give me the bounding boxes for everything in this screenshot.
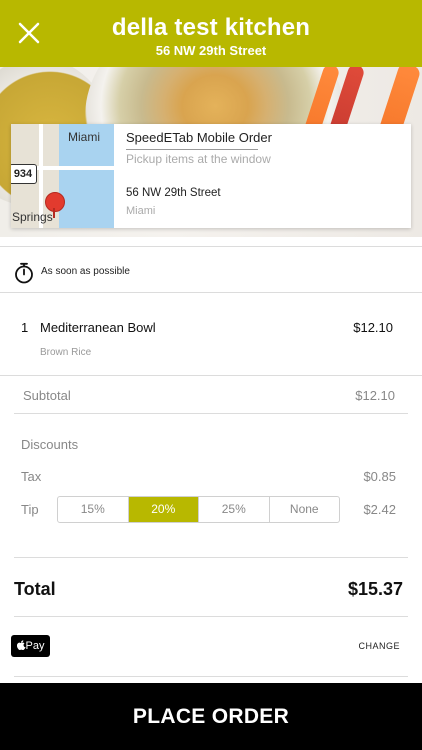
order-type-title: SpeedETab Mobile Order — [126, 130, 272, 145]
restaurant-name: della test kitchen — [111, 14, 311, 41]
change-payment-button[interactable]: CHANGE — [358, 641, 400, 651]
place-order-button[interactable]: PLACE ORDER — [0, 683, 422, 750]
tip-selector: 15% 20% 25% None — [57, 496, 340, 523]
subtotal-label: Subtotal — [23, 388, 71, 403]
item-modifier: Brown Rice — [40, 347, 92, 358]
tax-value: $0.85 — [363, 469, 396, 484]
total-label: Total — [14, 579, 56, 599]
highway-shield-icon: 934 — [11, 164, 37, 184]
divider — [14, 616, 408, 617]
divider — [0, 246, 422, 247]
title-underline — [126, 149, 258, 150]
item-quantity: 1 — [21, 320, 29, 335]
location-city: Miami — [126, 205, 156, 217]
item-name: Mediterranean Bowl — [40, 320, 156, 335]
pickup-time[interactable]: As soon as possible — [41, 266, 130, 277]
divider — [14, 413, 408, 414]
location-card[interactable]: Miami Springs 934 SpeedETab Mobile Order… — [11, 124, 411, 228]
location-address: 56 NW 29th Street — [126, 187, 221, 199]
subtotal-value: $12.10 — [355, 388, 395, 403]
map-area-label: Springs — [12, 210, 53, 224]
tip-option-15[interactable]: 15% — [58, 497, 129, 522]
divider — [14, 557, 408, 558]
discounts-label: Discounts — [21, 437, 79, 452]
header-bar: della test kitchen 56 NW 29th Street — [0, 0, 422, 67]
divider — [0, 375, 422, 376]
tip-option-none[interactable]: None — [270, 497, 340, 522]
item-price: $12.10 — [353, 320, 393, 335]
map-pin-stem — [53, 208, 55, 218]
divider — [14, 676, 408, 677]
restaurant-address: 56 NW 29th Street — [155, 43, 267, 58]
tip-option-20[interactable]: 20% — [128, 497, 199, 522]
divider — [0, 292, 422, 293]
apple-icon — [16, 640, 26, 650]
total-value: $15.37 — [347, 579, 403, 599]
apple-pay-badge[interactable]: Pay — [11, 635, 50, 657]
tax-label: Tax — [21, 469, 42, 484]
close-icon[interactable] — [16, 20, 42, 46]
tip-value: $2.42 — [363, 502, 396, 517]
payment-method: Pay — [25, 640, 45, 652]
stopwatch-icon — [15, 262, 33, 284]
map-thumbnail[interactable]: Miami Springs 934 — [11, 124, 114, 228]
map-city-label: Miami — [68, 130, 100, 144]
map-pin-icon — [45, 192, 65, 212]
pickup-instructions: Pickup items at the window — [126, 152, 271, 166]
tip-option-25[interactable]: 25% — [199, 497, 270, 522]
tip-label: Tip — [21, 502, 39, 517]
